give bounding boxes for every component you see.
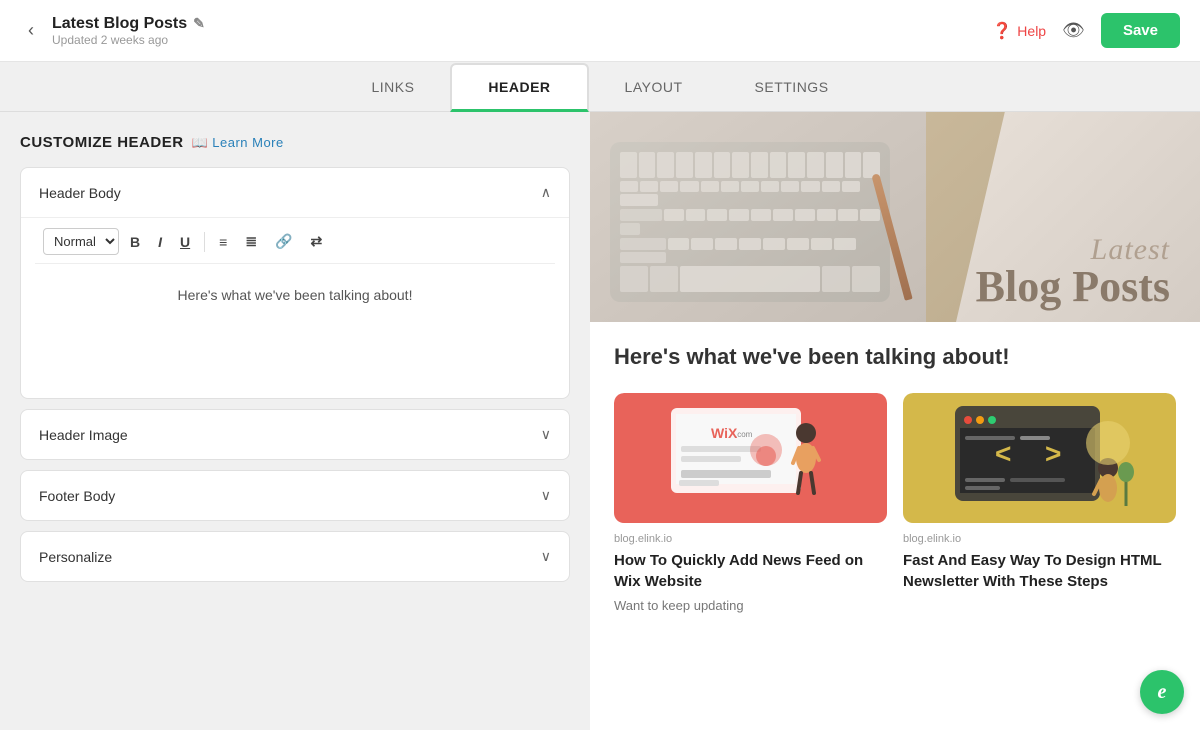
svg-text:WiX: WiX [711,425,738,441]
accordion-header-body: Header Body ∧ Normal H1 H2 B I U ≡ ≣ 🔗 [20,167,570,399]
blog-subtitle: Here's what we've been talking about! [614,342,1176,373]
elink-logo: e [1140,670,1184,714]
hero-image: Latest Blog Posts [590,112,1200,322]
learn-more-text: Learn More [212,135,283,150]
editor-content[interactable]: Here's what we've been talking about! [35,264,555,384]
accordion-body-header: Normal H1 H2 B I U ≡ ≣ 🔗 ⇄ Here's what w… [21,217,569,398]
back-button[interactable]: ‹ [20,16,42,45]
card-desc-1: Want to keep updating [614,598,887,613]
card-image-wix: WiX .com [614,393,887,523]
format-select[interactable]: Normal H1 H2 [43,228,119,255]
accordion-header-image: Header Image ∨ [20,409,570,460]
chevron-down-icon-1: ∨ [541,426,551,443]
underline-button[interactable]: U [173,230,197,254]
accordion-header-image-toggle[interactable]: Header Image ∨ [21,410,569,459]
accordion-footer-body: Footer Body ∨ [20,470,570,521]
nav-tabs: LINKS HEADER LAYOUT SETTINGS [0,62,1200,112]
eye-icon: 👁 [1062,20,1085,40]
accordion-footer-body-toggle[interactable]: Footer Body ∨ [21,471,569,520]
right-panel: Latest Blog Posts Here's what we've been… [590,112,1200,730]
svg-text:<: < [995,438,1011,469]
preview-area: Latest Blog Posts Here's what we've been… [590,112,1200,730]
editor-toolbar: Normal H1 H2 B I U ≡ ≣ 🔗 ⇄ [35,218,555,264]
hero-bold-text: Blog Posts [976,267,1170,307]
unordered-list-button[interactable]: ≣ [238,229,264,254]
accordion-personalize-toggle[interactable]: Personalize ∨ [21,532,569,581]
accordion-label-header-body: Header Body [39,185,121,201]
help-button[interactable]: ❓ Help [992,21,1046,41]
learn-more-link[interactable]: 📖 Learn More [192,135,284,151]
hero-text-block: Latest Blog Posts [976,233,1170,307]
top-bar: ‹ Latest Blog Posts ✎ Updated 2 weeks ag… [0,0,1200,62]
page-subtitle: Updated 2 weeks ago [52,33,205,47]
hero-keyboard [590,112,926,322]
tab-links[interactable]: LINKS [335,65,450,109]
editor-text: Here's what we've been talking about! [178,287,413,303]
blog-cards: WiX .com [614,393,1176,613]
edit-icon[interactable]: ✎ [193,15,205,32]
panel-title: CUSTOMIZE HEADER 📖 Learn More [20,134,570,151]
svg-text:.com: .com [735,430,753,439]
card-domain-1: blog.elink.io [614,533,887,545]
panel-title-text: CUSTOMIZE HEADER [20,134,184,151]
card-domain-2: blog.elink.io [903,533,1176,545]
card-title-1: How To Quickly Add News Feed on Wix Webs… [614,550,887,592]
chevron-down-icon-2: ∨ [541,487,551,504]
link-button[interactable]: 🔗 [268,229,299,254]
learn-more-emoji: 📖 [192,135,209,151]
chevron-up-icon: ∧ [541,184,551,201]
card-image-code: < > [903,393,1176,523]
title-block: Latest Blog Posts ✎ Updated 2 weeks ago [52,15,205,47]
left-panel: CUSTOMIZE HEADER 📖 Learn More Header Bod… [0,112,590,730]
help-label: Help [1017,23,1046,39]
accordion-label-personalize: Personalize [39,549,112,565]
accordion-label-header-image: Header Image [39,427,128,443]
tab-settings[interactable]: SETTINGS [719,65,865,109]
code-svg: < > [940,398,1140,518]
chevron-down-icon-3: ∨ [541,548,551,565]
tab-header[interactable]: HEADER [450,63,588,112]
preview-button[interactable]: 👁 [1062,20,1085,41]
svg-text:>: > [1045,438,1061,469]
top-bar-right: ❓ Help 👁 Save [992,13,1180,48]
main-layout: CUSTOMIZE HEADER 📖 Learn More Header Bod… [0,112,1200,730]
italic-button[interactable]: I [151,230,169,254]
help-circle-icon: ❓ [992,21,1012,41]
wix-svg: WiX .com [651,398,851,518]
blog-content: Here's what we've been talking about! [590,322,1200,730]
page-title-text: Latest Blog Posts [52,15,187,33]
ordered-list-button[interactable]: ≡ [212,230,234,254]
top-bar-left: ‹ Latest Blog Posts ✎ Updated 2 weeks ag… [20,15,205,47]
tab-layout[interactable]: LAYOUT [589,65,719,109]
toolbar-separator-1 [204,232,205,252]
align-button[interactable]: ⇄ [303,229,329,254]
elink-logo-text: e [1158,681,1167,704]
bold-button[interactable]: B [123,230,147,254]
accordion-label-footer-body: Footer Body [39,488,115,504]
blog-card-2: < > [903,393,1176,613]
accordion-personalize: Personalize ∨ [20,531,570,582]
save-button[interactable]: Save [1101,13,1180,48]
card-title-2: Fast And Easy Way To Design HTML Newslet… [903,550,1176,592]
blog-card-1: WiX .com [614,393,887,613]
page-title: Latest Blog Posts ✎ [52,15,205,33]
accordion-header-body-toggle[interactable]: Header Body ∧ [21,168,569,217]
